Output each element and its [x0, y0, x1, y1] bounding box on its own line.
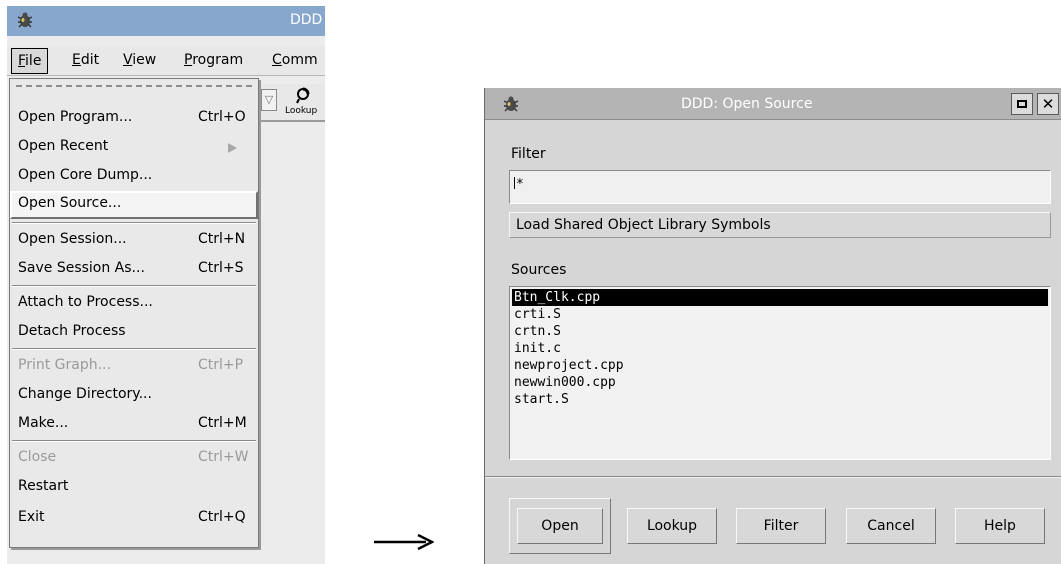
- menu-item-restart[interactable]: Restart: [10, 474, 258, 500]
- sources-list[interactable]: Btn_Clk.cpp crti.S crtn.S init.c newproj…: [509, 286, 1051, 460]
- menu-item-open-core-dump[interactable]: Open Core Dump...: [10, 163, 258, 189]
- open-source-dialog: DDD: Open Source ✕ Filter * Load Shared …: [484, 88, 1061, 564]
- close-button[interactable]: ✕: [1037, 93, 1059, 115]
- ddd-window-title: DDD: [290, 12, 323, 28]
- menu-program[interactable]: Program: [184, 52, 243, 68]
- menu-item-close: Close Ctrl+W: [18, 449, 249, 465]
- source-item[interactable]: crtn.S: [512, 323, 1048, 340]
- menu-item-open-source[interactable]: Open Source...: [10, 191, 258, 219]
- menu-separator: [12, 440, 256, 442]
- menu-commands[interactable]: Comm: [272, 52, 318, 68]
- right-arrow-icon: [374, 532, 435, 552]
- toolbar: ▽ Lookup: [255, 84, 325, 122]
- source-item[interactable]: crti.S: [512, 306, 1048, 323]
- source-item[interactable]: Btn_Clk.cpp: [512, 289, 1048, 306]
- menu-item-make[interactable]: Make... Ctrl+M: [10, 411, 258, 437]
- menu-separator: [12, 348, 256, 350]
- menu-file[interactable]: File: [11, 48, 49, 74]
- ddd-bug-icon: [15, 10, 35, 34]
- menu-tearoff[interactable]: [16, 85, 252, 87]
- open-button[interactable]: Open: [517, 508, 603, 544]
- menu-view[interactable]: View: [123, 52, 156, 68]
- submenu-arrow-icon: [228, 143, 237, 153]
- source-item[interactable]: newwin000.cpp: [512, 374, 1048, 391]
- ddd-title-bar: DDD: [7, 6, 325, 36]
- menu-item-attach-to-process[interactable]: Attach to Process...: [10, 290, 258, 316]
- source-item[interactable]: start.S: [512, 391, 1048, 408]
- close-icon: ✕: [1041, 95, 1055, 113]
- filter-input[interactable]: *: [509, 170, 1051, 204]
- filter-value: *: [516, 177, 524, 192]
- file-menu-dropdown: Open Program... Ctrl+O Open Recent Open …: [9, 78, 259, 548]
- menu-separator: [12, 222, 256, 224]
- menu-item-exit[interactable]: Exit Ctrl+Q: [10, 505, 258, 531]
- menu-item-print-graph: Print Graph... Ctrl+P: [18, 357, 244, 373]
- sources-label: Sources: [511, 262, 567, 278]
- menu-item-save-session-as[interactable]: Save Session As... Ctrl+S: [10, 256, 258, 282]
- lookup-icon: [295, 86, 311, 108]
- cancel-button[interactable]: Cancel: [846, 508, 936, 544]
- menu-item-open-recent[interactable]: Open Recent: [10, 134, 258, 160]
- lookup-button[interactable]: Lookup: [627, 508, 717, 544]
- menu-separator: [12, 285, 256, 287]
- ddd-main-window: DDD File Edit View Program Comm ▽ Lookup…: [7, 6, 325, 564]
- menu-bar: File Edit View Program Comm: [7, 46, 325, 76]
- text-caret: [514, 177, 515, 189]
- maximize-button[interactable]: [1011, 93, 1033, 115]
- filter-button[interactable]: Filter: [736, 508, 826, 544]
- button-separator: [485, 476, 1061, 478]
- help-button[interactable]: Help: [955, 508, 1045, 544]
- maximize-icon: [1017, 100, 1027, 108]
- menu-item-open-program[interactable]: Open Program... Ctrl+O: [10, 105, 258, 131]
- filter-label: Filter: [511, 146, 546, 162]
- menu-item-open-session[interactable]: Open Session... Ctrl+N: [10, 227, 258, 253]
- load-shared-libraries-button[interactable]: Load Shared Object Library Symbols: [509, 212, 1051, 238]
- ddd-bug-icon: [501, 94, 521, 118]
- menu-item-detach-process[interactable]: Detach Process: [10, 319, 258, 345]
- dialog-title: DDD: Open Source: [681, 96, 813, 112]
- source-item[interactable]: newproject.cpp: [512, 357, 1048, 374]
- menu-item-change-directory[interactable]: Change Directory...: [10, 382, 258, 408]
- menu-edit[interactable]: Edit: [72, 52, 99, 68]
- dialog-title-bar[interactable]: DDD: Open Source ✕: [485, 88, 1061, 120]
- source-item[interactable]: init.c: [512, 340, 1048, 357]
- lookup-tool-button[interactable]: Lookup: [283, 86, 325, 120]
- lookup-tool-label: Lookup: [285, 106, 318, 116]
- combo-dropdown-arrow[interactable]: ▽: [261, 89, 277, 111]
